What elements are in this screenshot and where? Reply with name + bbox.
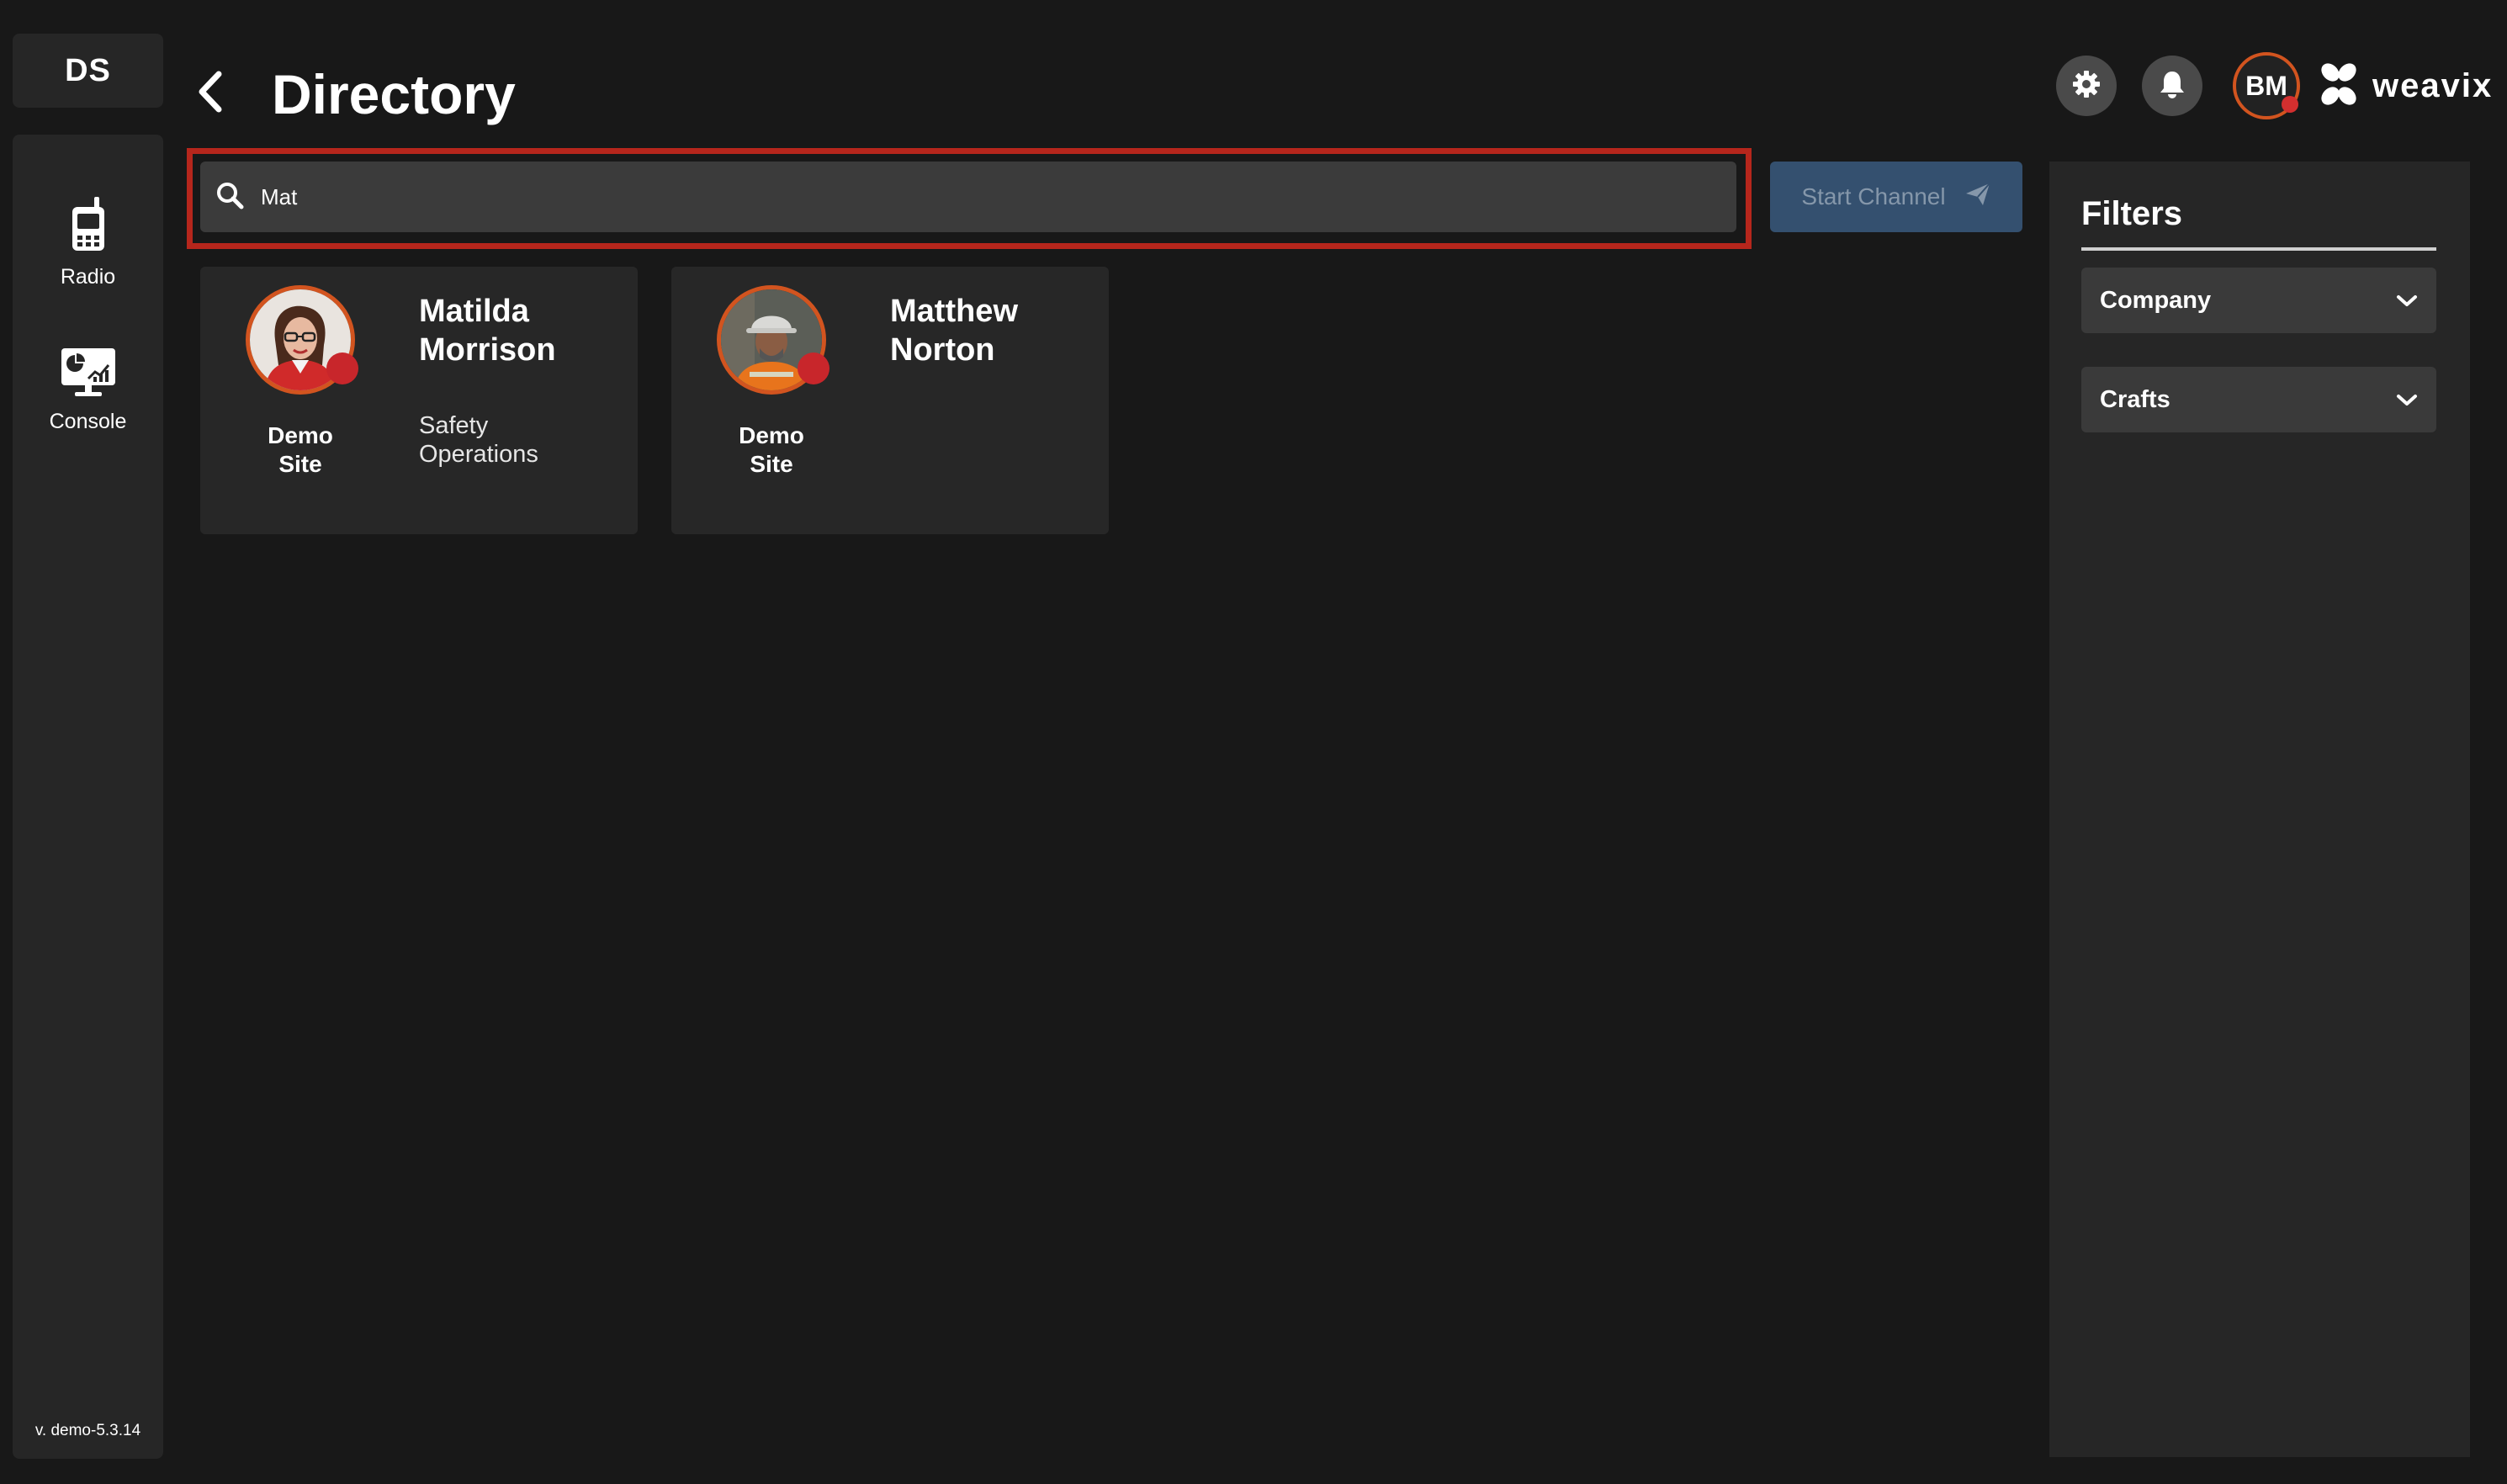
user-initials: BM [2245, 70, 2287, 101]
rail-item-label: Radio [60, 265, 116, 289]
status-dot [326, 352, 358, 384]
chevron-down-icon [2396, 386, 2418, 414]
person-name: Matthew Norton [890, 292, 1100, 369]
notifications-button[interactable] [2142, 56, 2202, 116]
chevron-left-icon [195, 71, 224, 117]
site-line: Site [278, 451, 322, 477]
person-site: Demo Site [700, 421, 843, 479]
paper-plane-icon [1964, 182, 1991, 213]
role-line: Safety [419, 412, 489, 439]
first-name: Matthew [890, 294, 1018, 329]
rail-item-radio[interactable]: Radio [13, 195, 163, 289]
company-filter-dropdown[interactable]: Company [2081, 268, 2436, 333]
start-channel-label: Start Channel [1801, 183, 1946, 209]
brand-logo: weavix [2315, 61, 2493, 112]
person-role: Safety Operations [419, 411, 629, 469]
dropdown-label: Company [2100, 286, 2212, 314]
last-name: Morrison [419, 332, 556, 368]
brand-name: weavix [2372, 67, 2494, 104]
rail-item-label: Console [49, 410, 127, 433]
start-channel-button[interactable]: Start Channel [1770, 162, 2022, 232]
workspace-switcher[interactable]: DS [13, 34, 163, 108]
app-version: v. demo-5.3.14 [34, 1422, 141, 1439]
site-line: Site [750, 451, 793, 477]
person-card[interactable]: Demo Site Matthew Norton [671, 267, 1109, 534]
gear-icon [2072, 70, 2101, 103]
page-title: Directory [272, 63, 516, 125]
settings-button[interactable] [2056, 56, 2117, 116]
left-rail: Radio Console v. demo-5.3.14 [13, 135, 163, 1459]
last-name: Norton [890, 332, 995, 368]
search-icon [215, 181, 244, 214]
divider [2081, 247, 2436, 251]
dropdown-label: Crafts [2100, 385, 2170, 413]
person-name: Matilda Morrison [419, 292, 629, 369]
filters-panel: Filters Company Crafts [2049, 162, 2470, 1457]
person-card[interactable]: Demo Site Matilda Morrison Safety Operat… [200, 267, 638, 534]
bell-icon [2159, 70, 2186, 103]
back-button[interactable] [192, 67, 227, 119]
role-line: Operations [419, 441, 538, 468]
console-icon [60, 347, 117, 403]
radio-icon [67, 195, 109, 258]
search-bar[interactable] [200, 162, 1736, 232]
chevron-down-icon [2396, 287, 2418, 315]
weavix-logo-icon [2315, 61, 2362, 112]
filters-title: Filters [2081, 195, 2183, 232]
rail-item-console[interactable]: Console [13, 347, 163, 434]
site-line: Demo [268, 422, 333, 448]
status-dot [798, 352, 829, 384]
site-line: Demo [739, 422, 804, 448]
person-site: Demo Site [229, 421, 372, 479]
status-dot [2282, 96, 2298, 113]
crafts-filter-dropdown[interactable]: Crafts [2081, 367, 2436, 432]
first-name: Matilda [419, 294, 529, 329]
user-avatar[interactable]: BM [2233, 52, 2300, 119]
workspace-label: DS [65, 52, 111, 88]
search-input[interactable] [259, 183, 1689, 211]
